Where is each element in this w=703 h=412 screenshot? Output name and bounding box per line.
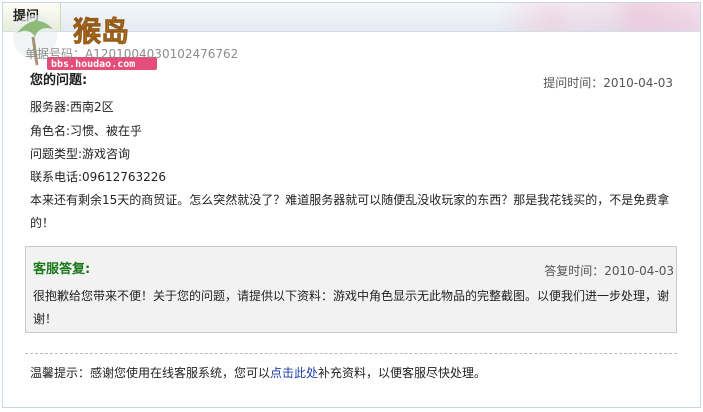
tip-prefix: 温馨提示：感谢您使用在线客服系统，您可以 [30,366,271,380]
reply-time-label: 答复时间： [544,264,605,278]
server-info: 服务器:西南2区 [30,100,114,114]
ticket-id: 单据号码：A120100403010247676​2 [25,45,238,62]
reply-time-value: 2010-04-03 [604,264,674,278]
tip-text: 温馨提示：感谢您使用在线客服系统，您可以点击此处补充资料，以便客服尽快处理。 [30,364,486,381]
reply-content: 很抱歉给您带来不便！关于您的问题，请提供以下资料：游戏中角色显示无此物品的完整截… [33,289,670,326]
svg-text:猴岛: 猴岛 [73,15,129,48]
phone-info: 联系电话:09612763226 [30,170,167,184]
question-content: 本来还有剩余15天的商贸证。怎么突然就没了？难道服务器就可以随便乱没收玩家的东西… [30,193,670,230]
reply-time: 答复时间：2010-04-03 [544,262,674,279]
reply-title: 客服答复: [33,262,91,277]
question-type-info: 问题类型:游戏咨询 [30,147,131,161]
supplement-link[interactable]: 点击此处 [270,366,318,380]
question-time-value: 2010-04-03 [603,76,673,90]
ticket-id-value: A120100403010247676​2 [85,47,239,61]
ticket-id-label: 单据号码： [25,47,86,61]
flower-decoration [490,3,700,31]
role-info: 角色名:习惯、被在乎 [30,124,143,138]
reply-box: 客服答复: 答复时间：2010-04-03 很抱歉给您带来不便！关于您的问题，请… [25,246,677,333]
tip-suffix: 补充资料，以便客服尽快处理。 [318,366,487,380]
ticket-frame: 提问 猴岛 bbs.houdao.com 单据号码：A1201004030102… [2,2,701,408]
question-time-label: 提问时间： [543,76,604,90]
question-title: 您的问题: [30,73,88,88]
divider [25,353,677,354]
question-time: 提问时间：2010-04-03 [543,74,673,91]
